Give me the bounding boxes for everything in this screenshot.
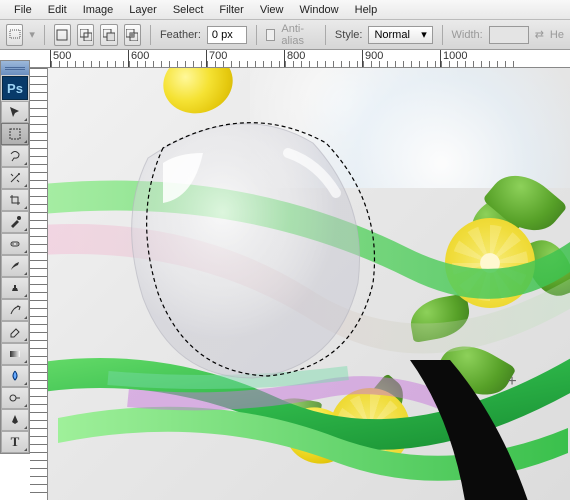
history-brush-tool[interactable]: [1, 299, 29, 321]
eyedropper-tool[interactable]: [1, 211, 29, 233]
style-label: Style:: [335, 29, 363, 41]
magic-wand-tool[interactable]: [1, 167, 29, 189]
type-tool[interactable]: T: [1, 431, 29, 453]
menu-select[interactable]: Select: [165, 4, 212, 16]
menu-filter[interactable]: Filter: [211, 4, 251, 16]
menu-layer[interactable]: Layer: [121, 4, 165, 16]
clone-stamp-tool[interactable]: [1, 277, 29, 299]
antialias-label: Anti-alias: [281, 23, 316, 47]
type-icon: T: [11, 434, 20, 450]
width-input: [489, 26, 529, 44]
blur-tool[interactable]: [1, 365, 29, 387]
chevron-down-icon: ▾: [421, 28, 427, 41]
feather-input[interactable]: [207, 26, 247, 44]
brush-tool[interactable]: [1, 255, 29, 277]
pen-tool[interactable]: [1, 409, 29, 431]
menu-image[interactable]: Image: [75, 4, 122, 16]
separator: [442, 25, 443, 45]
eraser-tool[interactable]: [1, 321, 29, 343]
style-value: Normal: [374, 29, 409, 41]
ruler-tick: 600: [131, 50, 149, 62]
separator: [325, 25, 326, 45]
crop-tool[interactable]: [1, 189, 29, 211]
menu-help[interactable]: Help: [347, 4, 386, 16]
menu-file[interactable]: File: [6, 4, 40, 16]
swap-icon: ⇄: [535, 28, 544, 41]
menu-bar: File Edit Image Layer Select Filter View…: [0, 0, 570, 20]
document-canvas[interactable]: +: [48, 68, 570, 500]
tool-preset-picker[interactable]: [6, 24, 23, 46]
antialias-checkbox: [266, 29, 276, 41]
move-tool[interactable]: [1, 101, 29, 123]
separator: [256, 25, 257, 45]
feather-label: Feather:: [160, 29, 201, 41]
lasso-tool[interactable]: [1, 145, 29, 167]
height-label: He: [550, 29, 564, 41]
options-bar: ▾ Feather: Anti-alias Style: Normal ▾ Wi…: [0, 20, 570, 50]
dodge-tool[interactable]: [1, 387, 29, 409]
tools-panel: Ps T: [0, 60, 30, 454]
add-selection-button[interactable]: [77, 24, 94, 46]
new-selection-button[interactable]: [54, 24, 71, 46]
menu-view[interactable]: View: [252, 4, 292, 16]
subtract-selection-button[interactable]: [100, 24, 117, 46]
cursor-crosshair-icon: +: [504, 374, 520, 390]
menu-window[interactable]: Window: [292, 4, 347, 16]
width-label: Width:: [452, 29, 483, 41]
menu-edit[interactable]: Edit: [40, 4, 75, 16]
ruler-tick: 1000: [443, 50, 467, 62]
ruler-tick: 800: [287, 50, 305, 62]
intersect-selection-button[interactable]: [124, 24, 141, 46]
canvas-artwork: [88, 108, 388, 408]
separator: [44, 25, 45, 45]
ruler-tick: 900: [365, 50, 383, 62]
ruler-tick: 700: [209, 50, 227, 62]
separator: [150, 25, 151, 45]
ps-logo: Ps: [2, 76, 28, 100]
marquee-tool[interactable]: [1, 123, 29, 145]
panel-grip[interactable]: [1, 61, 29, 75]
spot-heal-tool[interactable]: [1, 233, 29, 255]
vertical-ruler[interactable]: [30, 68, 48, 500]
horizontal-ruler[interactable]: 500 600 700 800 900 1000: [30, 50, 570, 68]
gradient-tool[interactable]: [1, 343, 29, 365]
style-select[interactable]: Normal ▾: [368, 26, 432, 44]
ruler-tick: 500: [53, 50, 71, 62]
dropdown-arrow-icon: ▾: [29, 28, 35, 41]
